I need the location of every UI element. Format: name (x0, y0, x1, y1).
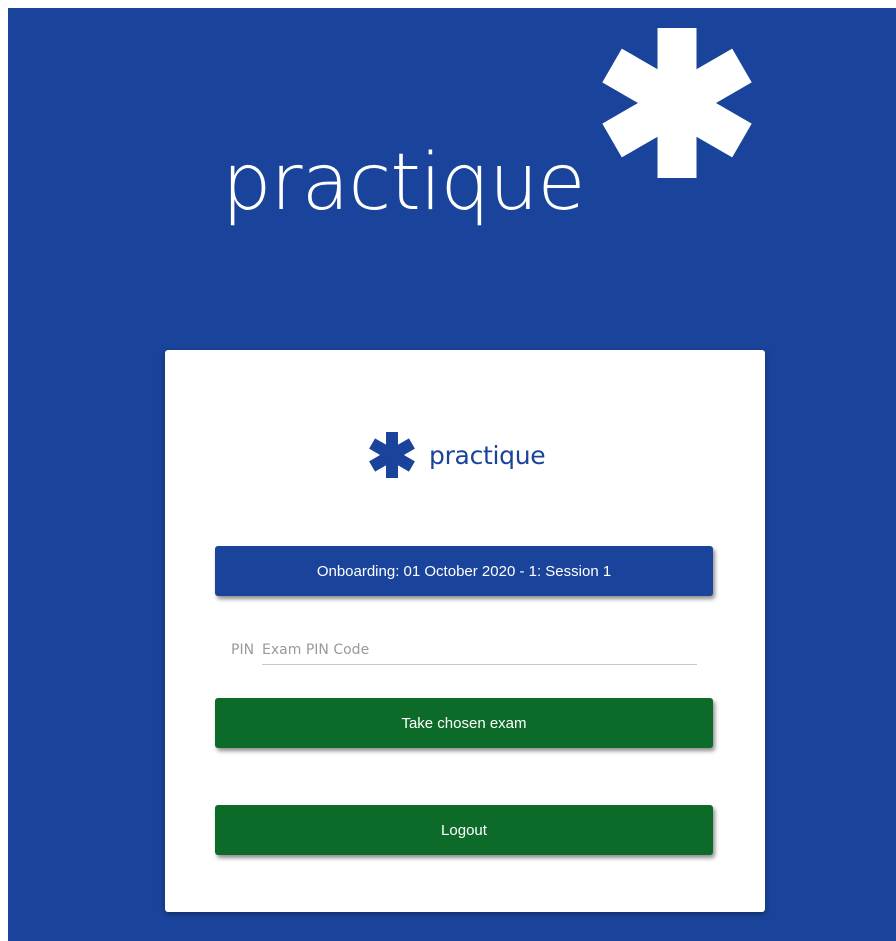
pin-label: PIN (231, 642, 255, 658)
asterisk-icon (369, 432, 415, 478)
hero-wordmark: practique (222, 138, 585, 228)
take-exam-button[interactable]: Take chosen exam (215, 698, 713, 748)
exam-select-button[interactable]: Onboarding: 01 October 2020 - 1: Session… (215, 546, 713, 596)
pin-field-row: PIN (231, 633, 697, 665)
pin-input[interactable] (262, 642, 697, 665)
login-card: practique Onboarding: 01 October 2020 - … (165, 350, 765, 912)
logout-button[interactable]: Logout (215, 805, 713, 855)
login-page: practique practique Onboarding: 01 Octob… (8, 8, 896, 941)
card-logo: practique (369, 430, 546, 480)
hero-logo: practique (222, 8, 752, 268)
card-wordmark: practique (429, 440, 546, 470)
asterisk-icon (602, 28, 752, 178)
